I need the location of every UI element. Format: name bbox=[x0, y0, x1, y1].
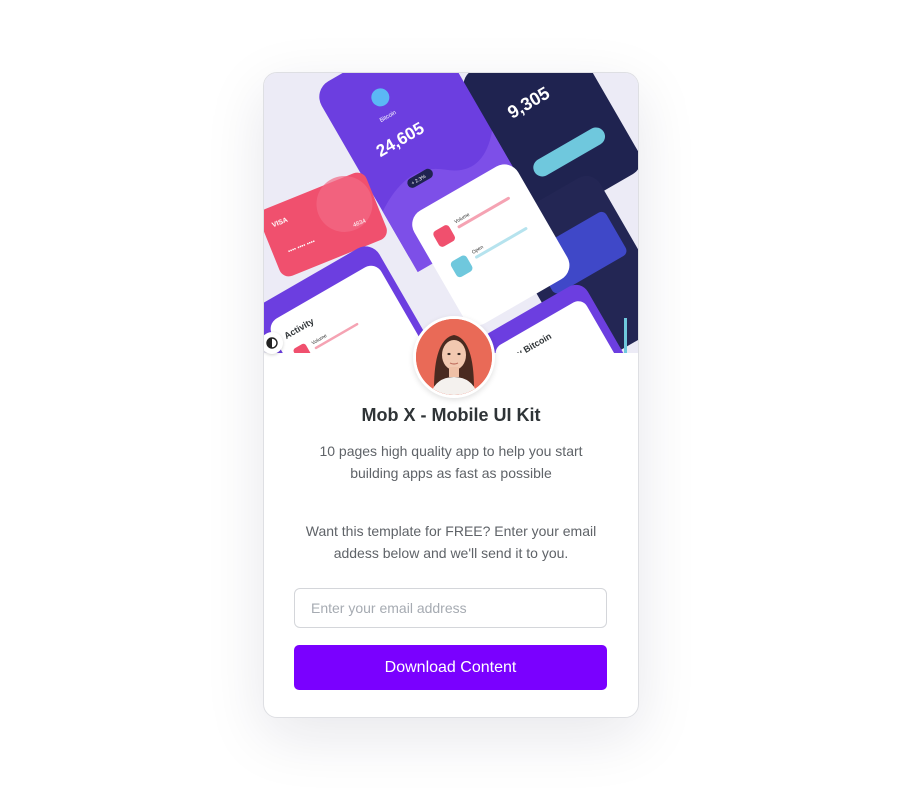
signup-card: 9,305 VISA Bitcoin 24,605 + 2.3% bbox=[263, 72, 639, 718]
app-screens-collage: 9,305 VISA Bitcoin 24,605 + 2.3% bbox=[264, 73, 638, 353]
signup-prompt: Want this template for FREE? Enter your … bbox=[305, 523, 597, 561]
download-content-button[interactable]: Download Content bbox=[294, 645, 607, 690]
woman-portrait-icon bbox=[416, 319, 492, 395]
author-avatar bbox=[413, 316, 495, 398]
product-title: Mob X - Mobile UI Kit bbox=[361, 405, 541, 425]
hero-image: 9,305 VISA Bitcoin 24,605 + 2.3% bbox=[264, 73, 638, 353]
product-description: 10 pages high quality app to help you st… bbox=[319, 443, 583, 481]
email-input[interactable] bbox=[294, 588, 607, 628]
contrast-icon bbox=[266, 337, 278, 349]
